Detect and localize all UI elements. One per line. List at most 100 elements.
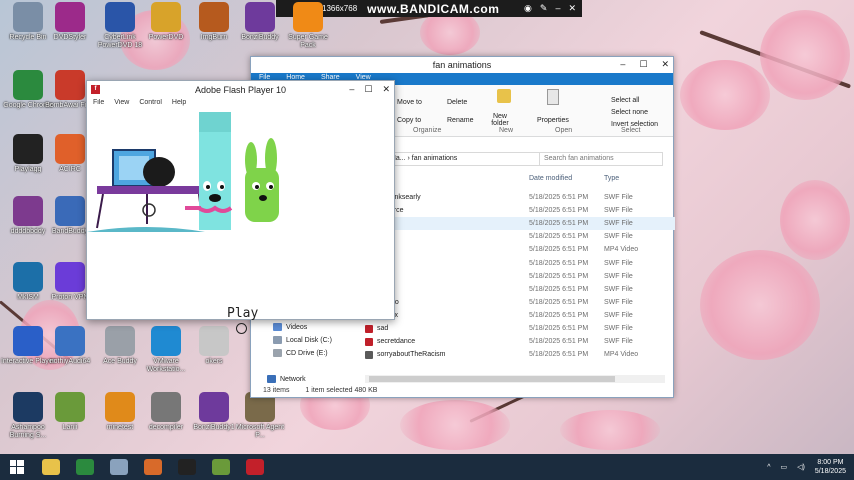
file-row[interactable]: yoyo5/18/2025 6:51 PMSWF File <box>363 230 675 243</box>
nav-local-disk[interactable]: Local Disk (C:) <box>273 336 332 344</box>
file-name: sorryaboutTheRacism <box>377 351 446 359</box>
play-button[interactable] <box>236 323 247 334</box>
properties-button[interactable]: Properties <box>537 117 569 124</box>
organize-group-label: Organize <box>413 127 442 134</box>
file-row[interactable]: sad 5/18/2025 6:51 PM SWF File <box>363 322 675 335</box>
column-date-modified[interactable]: Date modified <box>529 175 572 182</box>
file-row[interactable]: what5/18/2025 6:51 PMSWF File <box>363 257 675 270</box>
taskbar-app[interactable] <box>68 454 102 480</box>
file-explorer-icon <box>42 459 60 475</box>
scrollbar-thumb[interactable] <box>369 376 615 382</box>
taskbar-app[interactable] <box>238 454 272 480</box>
explorer-title: fan animations <box>432 60 492 70</box>
nav-cd-drive[interactable]: CD Drive (E:) <box>273 349 328 357</box>
file-date: 5/18/2025 6:51 PM <box>529 298 589 306</box>
flash-player-window[interactable]: f Adobe Flash Player 10 – ☐ ✕ File View … <box>86 80 395 334</box>
taskbar-app[interactable] <box>204 454 238 480</box>
tray-arrow-icon[interactable]: ^ <box>767 464 770 471</box>
mkism-icon <box>13 262 43 292</box>
file-row[interactable]: vorce5/18/2025 6:51 PMMP4 Video <box>363 243 675 256</box>
file-row[interactable]: ou5/18/2025 6:51 PMSWF File <box>363 270 675 283</box>
file-row[interactable]: sorryaboutTheRacism 5/18/2025 6:51 PM MP4 … <box>363 348 675 361</box>
nav-videos[interactable]: Videos <box>273 323 307 331</box>
bunny-character <box>245 138 279 222</box>
menu-control[interactable]: Control <box>139 99 162 111</box>
taskbar-app[interactable] <box>136 454 170 480</box>
file-date: 5/18/2025 6:51 PM <box>529 272 589 280</box>
new-folder-button[interactable]: New folder <box>487 113 513 127</box>
minimize-button[interactable]: – <box>349 84 354 95</box>
play-label[interactable]: Play <box>227 306 258 321</box>
start-button[interactable] <box>0 454 34 480</box>
desktop-icon[interactable]: nothiyAudi64 <box>42 326 98 366</box>
local-disk-icon <box>273 336 282 344</box>
file-type: SWF File <box>604 338 633 346</box>
nav-network[interactable]: Network <box>267 375 306 383</box>
file-name: secretdance <box>377 338 416 346</box>
menu-view[interactable]: View <box>114 99 129 111</box>
file-row[interactable]: y5/18/2025 6:51 PMSWF File <box>363 217 675 231</box>
file-row[interactable]: withgio5/18/2025 6:51 PMSWF File <box>363 296 675 309</box>
file-row[interactable]: eatbox5/18/2025 6:51 PMSWF File <box>363 309 675 322</box>
desktop-icon[interactable]: Super Game Pack <box>280 2 336 50</box>
menu-help[interactable]: Help <box>172 99 186 111</box>
flash-title: Adobe Flash Player 10 <box>194 85 287 95</box>
select-none-button[interactable]: Select none <box>611 109 648 116</box>
minecraft-icon <box>212 459 230 475</box>
ashampoo-icon <box>13 392 43 422</box>
file-row[interactable]: 5/18/2025 6:51 PM SWF File <box>363 283 675 296</box>
file-type: SWF File <box>604 194 633 201</box>
horizontal-scrollbar[interactable] <box>365 375 665 383</box>
maximize-button[interactable]: ☐ <box>639 59 647 70</box>
desktop-icon[interactable]: Lanii <box>42 392 98 432</box>
close-button[interactable]: ✕ <box>661 59 669 70</box>
taskbar-app[interactable] <box>34 454 68 480</box>
ace-icon <box>105 326 135 356</box>
bonzi3-icon <box>199 392 229 422</box>
flash-titlebar[interactable]: f Adobe Flash Player 10 – ☐ ✕ <box>87 81 394 99</box>
file-type: MP4 Video <box>604 351 639 359</box>
flash-stage[interactable]: Play <box>87 112 394 334</box>
pencil-icon[interactable]: ✎ <box>540 3 548 14</box>
column-type[interactable]: Type <box>604 175 619 182</box>
file-type: SWF File <box>604 325 633 332</box>
address-bar[interactable]: Ma... › fan animations <box>385 152 540 166</box>
maximize-button[interactable]: ☐ <box>364 84 372 95</box>
taskbar-app[interactable] <box>170 454 204 480</box>
menu-file[interactable]: File <box>93 99 104 111</box>
close-icon[interactable]: ✕ <box>568 3 576 14</box>
file-row[interactable]: secretdance 5/18/2025 6:51 PM SWF File <box>363 335 675 348</box>
bonzi-icon <box>245 2 275 32</box>
explorer-titlebar[interactable]: fan animations – ☐ ✕ <box>251 57 673 73</box>
select-all-button[interactable]: Select all <box>611 97 639 104</box>
file-row[interactable]: onthanksearly 5/18/2025 6:51 PM SWF File <box>363 191 675 204</box>
network-icon <box>267 375 276 383</box>
taskbar-app[interactable] <box>102 454 136 480</box>
clock-time: 8:00 PM <box>817 459 844 466</box>
desktop-icon[interactable]: okers <box>186 326 242 366</box>
close-button[interactable]: ✕ <box>382 84 390 95</box>
search-input[interactable]: Search fan animations <box>539 152 663 166</box>
tall-character <box>185 112 233 230</box>
proton-icon <box>55 262 85 292</box>
minimize-icon[interactable]: – <box>555 3 560 14</box>
hashtag-icon <box>55 134 85 164</box>
powerdvd-icon <box>105 2 135 32</box>
file-row[interactable]: edivorce5/18/2025 6:51 PMSWF File <box>363 204 675 217</box>
desktop-icon[interactable]: DVDStyler <box>42 2 98 42</box>
desktop-icon[interactable]: Microsoft Agent P... <box>232 392 288 440</box>
minimize-button[interactable]: – <box>620 59 625 70</box>
select-group-label: Select <box>621 127 641 134</box>
volume-icon[interactable]: ◁) <box>797 463 805 471</box>
camera-icon[interactable]: ◉ <box>524 3 532 14</box>
rename-button[interactable]: Rename <box>447 117 473 124</box>
move-to-button[interactable]: Move to <box>397 99 422 106</box>
open-group-label: Open <box>555 127 573 134</box>
clock[interactable]: 8:00 PM 5/18/2025 <box>815 458 846 476</box>
file-date: 5/18/2025 6:51 PM <box>529 233 589 241</box>
delete-button[interactable]: Delete <box>447 99 467 106</box>
copy-to-button[interactable]: Copy to <box>397 117 421 124</box>
file-date: 5/18/2025 6:51 PM <box>529 338 589 346</box>
new-folder-icon <box>497 89 511 103</box>
network-tray-icon[interactable]: ▭ <box>781 463 788 471</box>
